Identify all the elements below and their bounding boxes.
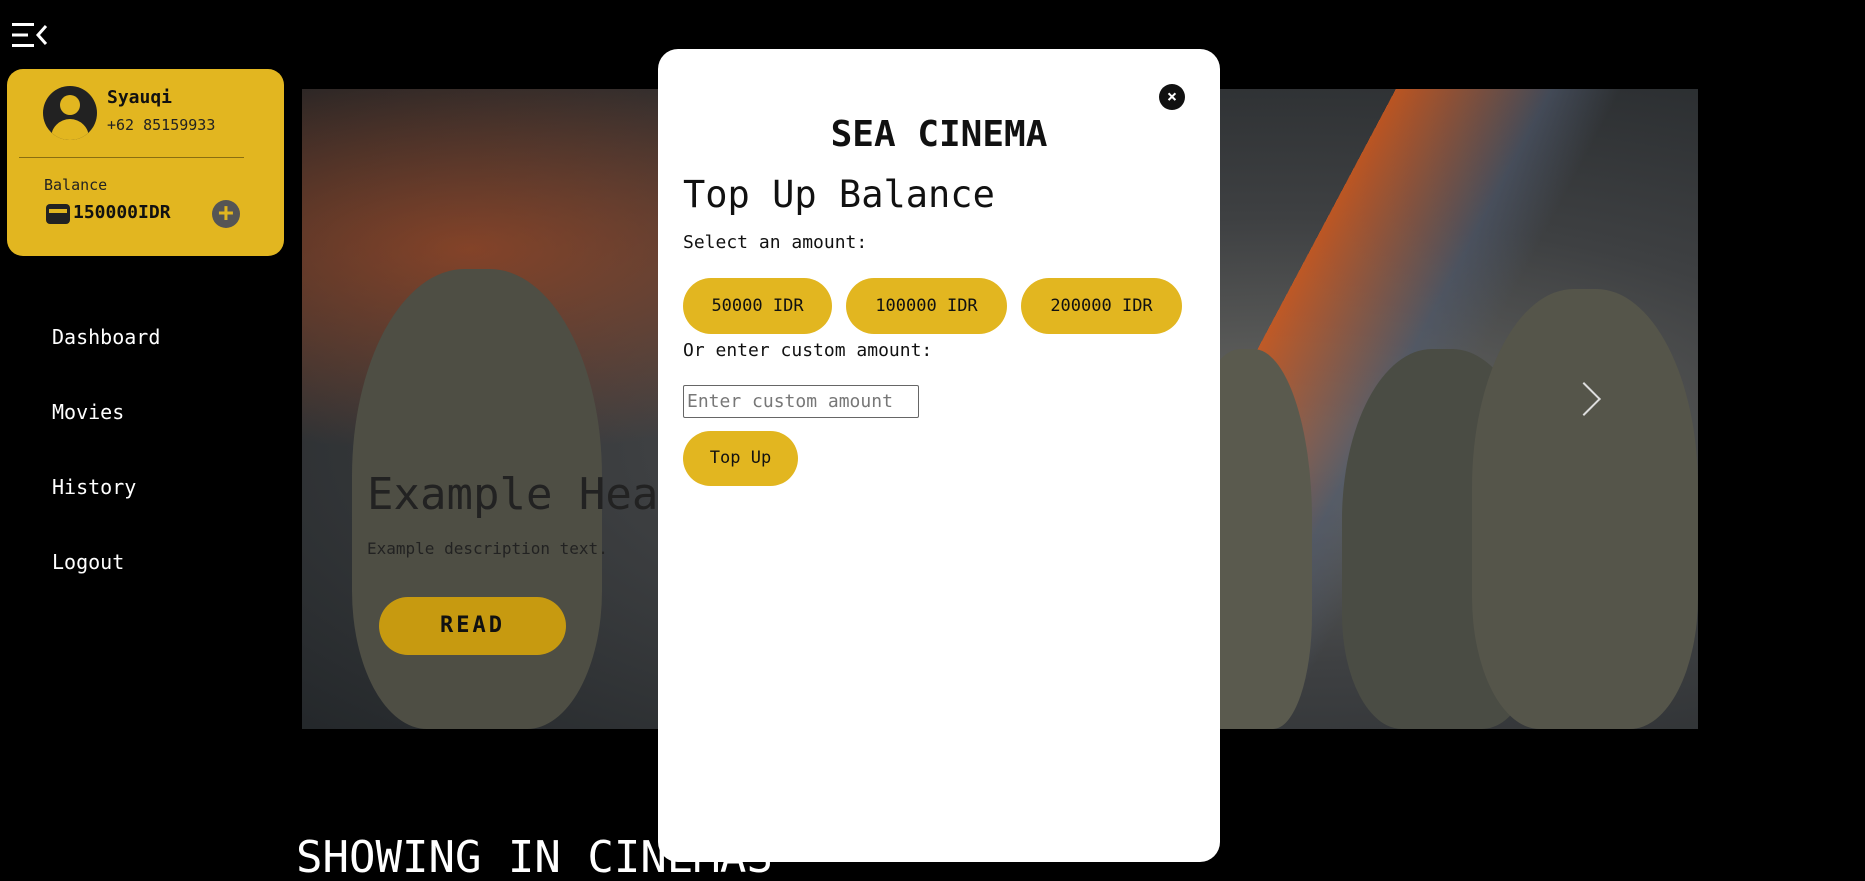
top-up-button[interactable]: Top Up [683,431,798,486]
amount-100000-button[interactable]: 100000 IDR [846,278,1007,334]
brand-title: SEA CINEMA [830,114,1048,155]
profile-card: Syauqi +62 85159933 Balance 150000IDR + [7,69,284,256]
menu-toggle-icon[interactable] [12,22,48,48]
amount-50000-button[interactable]: 50000 IDR [683,278,832,334]
read-button[interactable]: READ [379,597,566,655]
modal-title: Top Up Balance [683,173,995,216]
sidebar-item-logout[interactable]: Logout [52,550,124,574]
sidebar-item-dashboard[interactable]: Dashboard [52,325,160,349]
profile-divider [19,157,244,158]
balance-label: Balance [44,176,108,194]
sidebar-item-movies[interactable]: Movies [52,400,124,424]
hero-figure [1472,289,1698,729]
hero-description: Example description text. [367,539,608,558]
user-name: Syauqi [107,87,173,108]
custom-amount-label: Or enter custom amount: [683,340,933,361]
user-phone: +62 85159933 [107,116,216,134]
sidebar-item-history[interactable]: History [52,475,136,499]
topup-modal: × SEA CINEMA Top Up Balance Select an am… [658,49,1220,862]
balance-value: 150000IDR [73,202,171,223]
select-amount-label: Select an amount: [683,232,868,253]
add-balance-icon[interactable]: + [212,200,240,228]
close-icon[interactable]: × [1159,84,1185,110]
custom-amount-input[interactable] [683,385,919,418]
amount-200000-button[interactable]: 200000 IDR [1021,278,1182,334]
wallet-icon [46,204,70,224]
avatar-icon [43,86,97,140]
